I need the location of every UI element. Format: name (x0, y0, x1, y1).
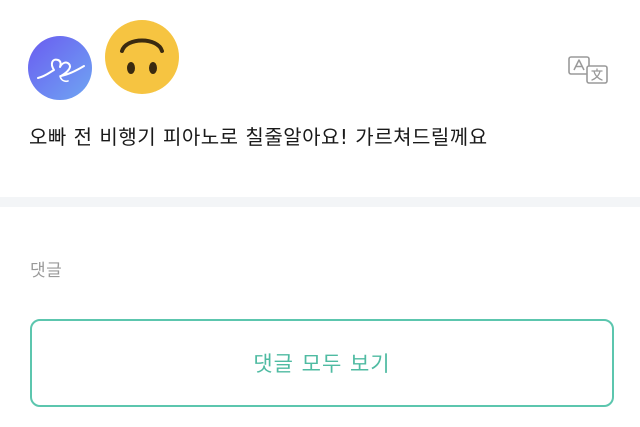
view-all-comments-label: 댓글 모두 보기 (253, 352, 391, 376)
upside-down-face-emoji (104, 19, 180, 95)
comment-page: 오빠 전 비행기 피아노로 칠줄알아요! 가르쳐드릴께요 댓글 댓글 모두 보기 (0, 0, 640, 427)
section-divider (0, 197, 640, 207)
translate-icon (568, 56, 608, 84)
translate-button[interactable] (567, 54, 611, 86)
post-text: 오빠 전 비행기 피아노로 칠줄알아요! 가르쳐드릴께요 (29, 125, 488, 149)
user-avatar[interactable] (28, 36, 92, 100)
view-all-comments-button[interactable]: 댓글 모두 보기 (30, 319, 614, 407)
post-card: 오빠 전 비행기 피아노로 칠줄알아요! 가르쳐드릴께요 (0, 0, 640, 197)
heart-signature-icon (37, 58, 85, 83)
comments-heading: 댓글 (30, 261, 63, 281)
